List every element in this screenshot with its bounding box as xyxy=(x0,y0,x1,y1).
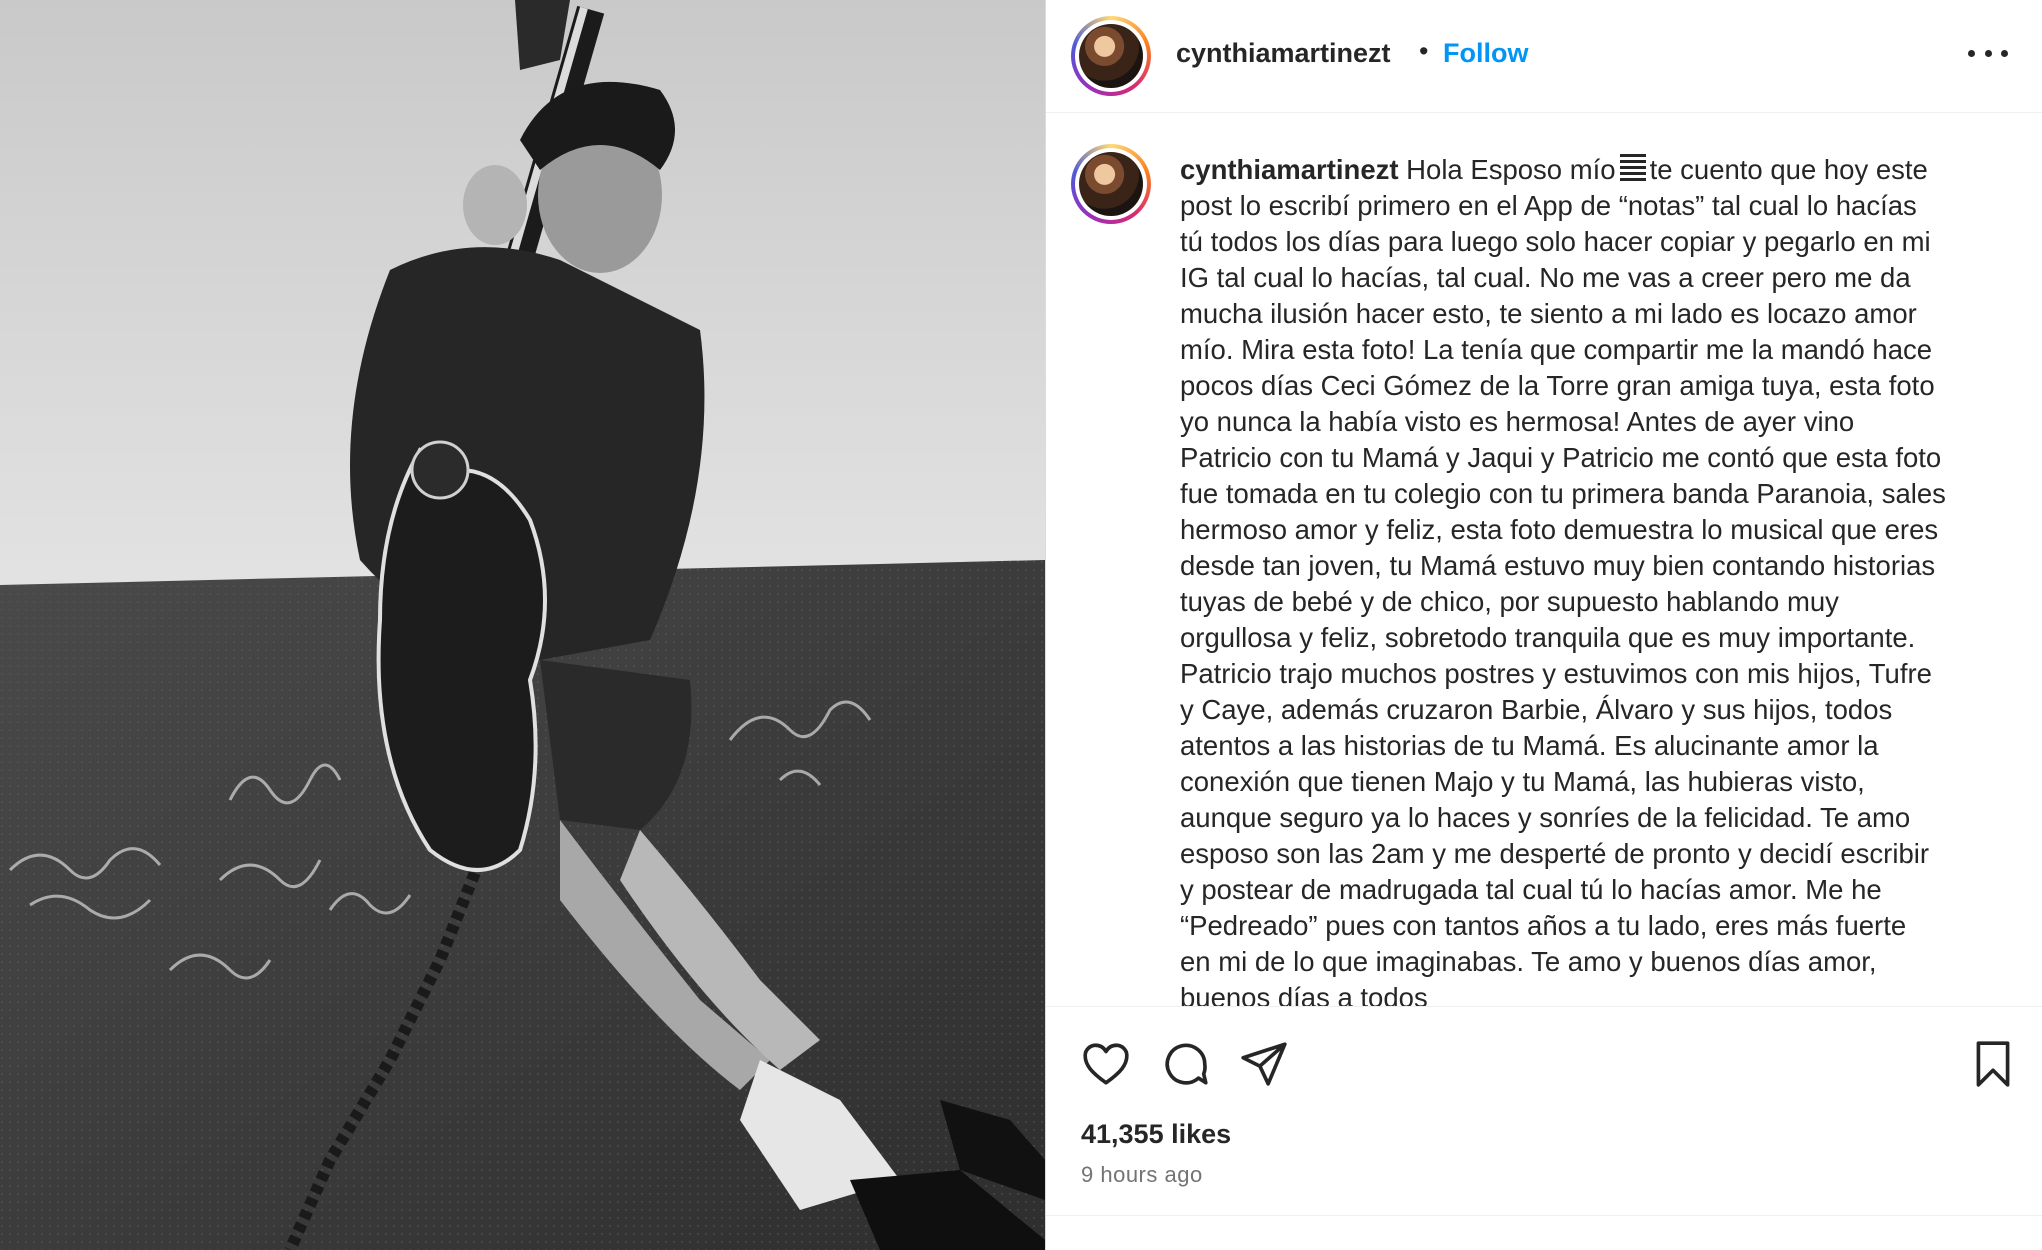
caption-line: Patricio trajo muchos postres y estuvimo… xyxy=(1180,658,1932,689)
post-header: cynthiamartinezt • Follow xyxy=(1046,0,2042,113)
caption-line: “Pedreado” pues con tantos años a tu lad… xyxy=(1180,910,1907,941)
caption-line: y postear de madrugada tal cual tú lo ha… xyxy=(1180,874,1882,905)
avatar[interactable] xyxy=(1071,16,1151,96)
caption-line: conexión que tienen Majo y tu Mamá, las … xyxy=(1180,766,1865,797)
caption-line: atentos a las historias de tu Mamá. Es a… xyxy=(1180,730,1879,761)
caption-line: y Caye, además cruzaron Barbie, Álvaro y… xyxy=(1180,694,1893,725)
caption-line: desde tan joven, tu Mamá estuvo muy bien… xyxy=(1180,550,1936,581)
caption-line: orgullosa y feliz, sobretodo tranquila q… xyxy=(1180,622,1916,653)
caption-line: cynthiamartinezt Hola Esposo mío te cuent… xyxy=(1180,154,1928,185)
more-options-icon[interactable] xyxy=(1968,38,2008,68)
bookmark-icon[interactable] xyxy=(1968,1039,2018,1089)
post-photo[interactable] xyxy=(0,0,1045,1250)
follow-button[interactable]: Follow xyxy=(1443,38,1528,69)
caption-line: IG tal cual lo hacías, tal cual. No me v… xyxy=(1180,262,1911,293)
caption-line: mío. Mira esta foto! La tenía que compar… xyxy=(1180,334,1933,365)
caption-line: aunque seguro ya lo haces y sonríes de l… xyxy=(1180,802,1911,833)
caption-line: pocos días Ceci Gómez de la Torre gran a… xyxy=(1180,370,1935,401)
post-details-panel: cynthiamartinezt • Follow cynthiamartine… xyxy=(1045,0,2042,1250)
caption-line: tú todos los días para luego solo hacer … xyxy=(1180,226,1931,257)
caption-line: tuyas de bebé y de chico, por supuesto h… xyxy=(1180,586,1839,617)
comment-bar xyxy=(1046,1215,2042,1250)
notes-emoji-icon xyxy=(1619,154,1646,184)
comment-icon[interactable] xyxy=(1161,1039,1211,1089)
caption-line: en mi de lo que imaginabas. Te amo y bue… xyxy=(1180,946,1877,977)
post-photo-image xyxy=(0,0,1045,1250)
caption-line: Patricio con tu Mamá y Jaqui y Patricio … xyxy=(1180,442,1942,473)
heart-icon[interactable] xyxy=(1081,1039,1131,1089)
caption-line: yo nunca la había visto es hermosa! Ante… xyxy=(1180,406,1855,437)
post-timestamp[interactable]: 9 hours ago xyxy=(1081,1162,1203,1188)
caption-line: post lo escribí primero en el App de “no… xyxy=(1180,190,1917,221)
post-actions: 41,355 likes 9 hours ago xyxy=(1046,1006,2042,1250)
separator-dot: • xyxy=(1419,36,1429,66)
caption-line: fue tomada en tu colegio con tu primera … xyxy=(1180,478,1946,509)
author-username[interactable]: cynthiamartinezt xyxy=(1176,38,1391,69)
caption-avatar[interactable] xyxy=(1071,144,1151,224)
caption-text: cynthiamartinezt Hola Esposo mío te cuent… xyxy=(1180,152,2010,1006)
caption-line: hermoso amor y feliz, esta foto demuestr… xyxy=(1180,514,1939,545)
likes-count[interactable]: 41,355 likes xyxy=(1081,1119,1231,1150)
caption-line: esposo son las 2am y me desperté de pron… xyxy=(1180,838,1929,869)
caption-area: cynthiamartinezt Hola Esposo mío te cuent… xyxy=(1046,114,2042,1006)
caption-line: mucha ilusión hacer esto, te siento a mi… xyxy=(1180,298,1917,329)
caption-username[interactable]: cynthiamartinezt xyxy=(1180,154,1399,185)
caption-line: buenos días a todos xyxy=(1180,982,1428,1006)
share-icon[interactable] xyxy=(1239,1039,1289,1089)
